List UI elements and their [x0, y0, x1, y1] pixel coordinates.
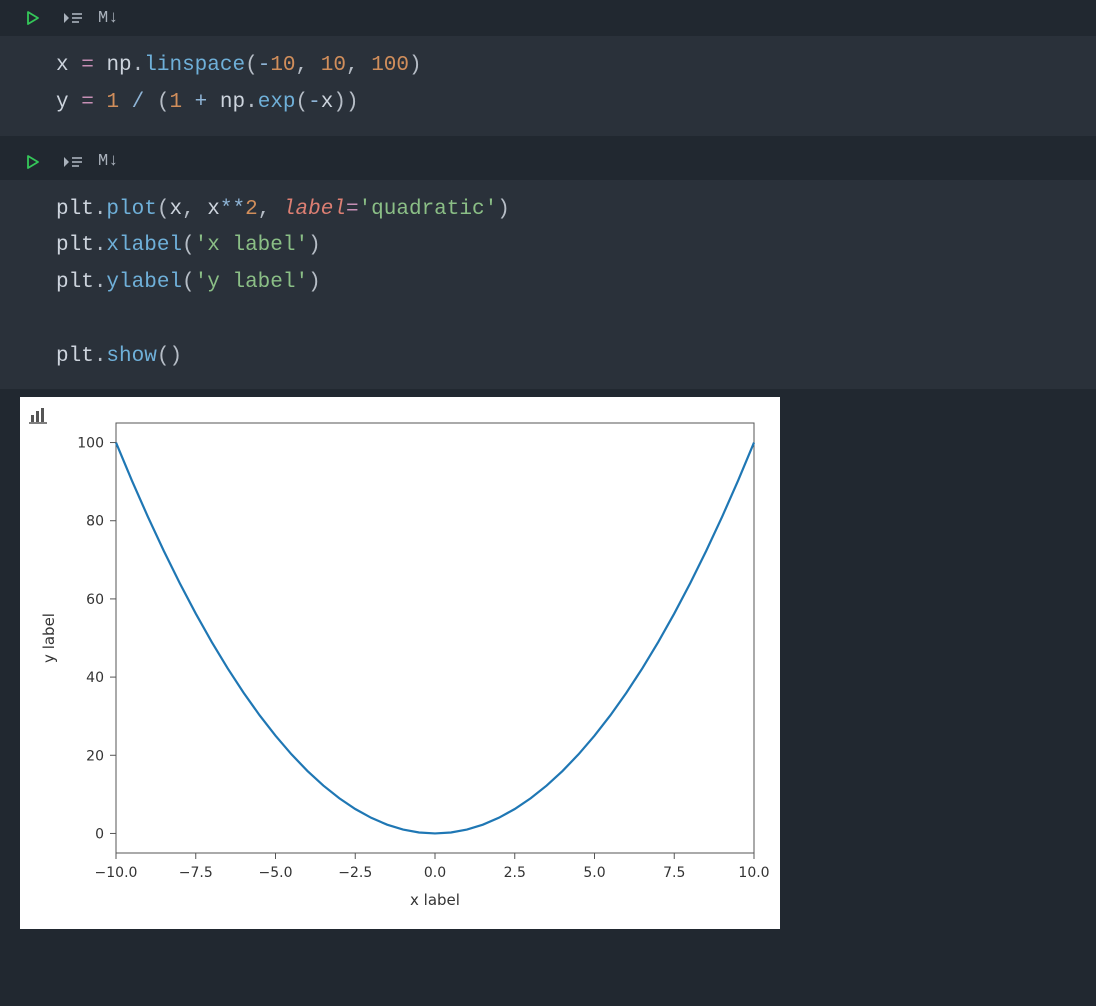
svg-text:−10.0: −10.0 — [95, 865, 138, 881]
svg-text:x label: x label — [410, 891, 460, 909]
svg-text:−2.5: −2.5 — [338, 865, 372, 881]
svg-text:7.5: 7.5 — [663, 865, 685, 881]
svg-text:−5.0: −5.0 — [259, 865, 293, 881]
svg-text:20: 20 — [86, 749, 104, 765]
svg-text:60: 60 — [86, 592, 104, 608]
cell-output: −10.0 −7.5 −5.0 −2.5 0.0 2.5 5.0 7.5 10.0 0 20 40 60… — [0, 389, 1096, 937]
svg-text:100: 100 — [77, 436, 104, 452]
run-by-line-button[interactable] — [62, 151, 84, 173]
svg-text:0.0: 0.0 — [424, 865, 446, 881]
markdown-convert-button[interactable]: M↓ — [98, 152, 118, 171]
matplotlib-chart: −10.0 −7.5 −5.0 −2.5 0.0 2.5 5.0 7.5 10.0 0 20 40 60… — [26, 403, 774, 923]
cell-toolbar: M↓ — [0, 0, 1096, 36]
run-cell-button[interactable] — [22, 7, 44, 29]
svg-text:40: 40 — [86, 670, 104, 686]
markdown-convert-button[interactable]: M↓ — [98, 9, 118, 28]
run-cell-button[interactable] — [22, 151, 44, 173]
notebook-cell: M↓ plt.plot(x, x**2, label='quadratic') … — [0, 144, 1096, 938]
run-by-line-button[interactable] — [62, 7, 84, 29]
svg-text:−7.5: −7.5 — [179, 865, 213, 881]
chart-output: −10.0 −7.5 −5.0 −2.5 0.0 2.5 5.0 7.5 10.0 0 20 40 60… — [20, 397, 780, 929]
notebook-cell: M↓ x = np.linspace(-10, 10, 100) y = 1 /… — [0, 0, 1096, 136]
code-editor[interactable]: plt.plot(x, x**2, label='quadratic') plt… — [0, 180, 1096, 390]
svg-text:2.5: 2.5 — [504, 865, 526, 881]
code-editor[interactable]: x = np.linspace(-10, 10, 100) y = 1 / (1… — [0, 36, 1096, 136]
svg-text:0: 0 — [95, 827, 104, 843]
svg-text:10.0: 10.0 — [738, 865, 769, 881]
cell-toolbar: M↓ — [0, 144, 1096, 180]
svg-text:y label: y label — [40, 613, 58, 663]
svg-text:80: 80 — [86, 514, 104, 530]
chart-view-icon[interactable] — [28, 405, 50, 427]
svg-text:5.0: 5.0 — [583, 865, 605, 881]
